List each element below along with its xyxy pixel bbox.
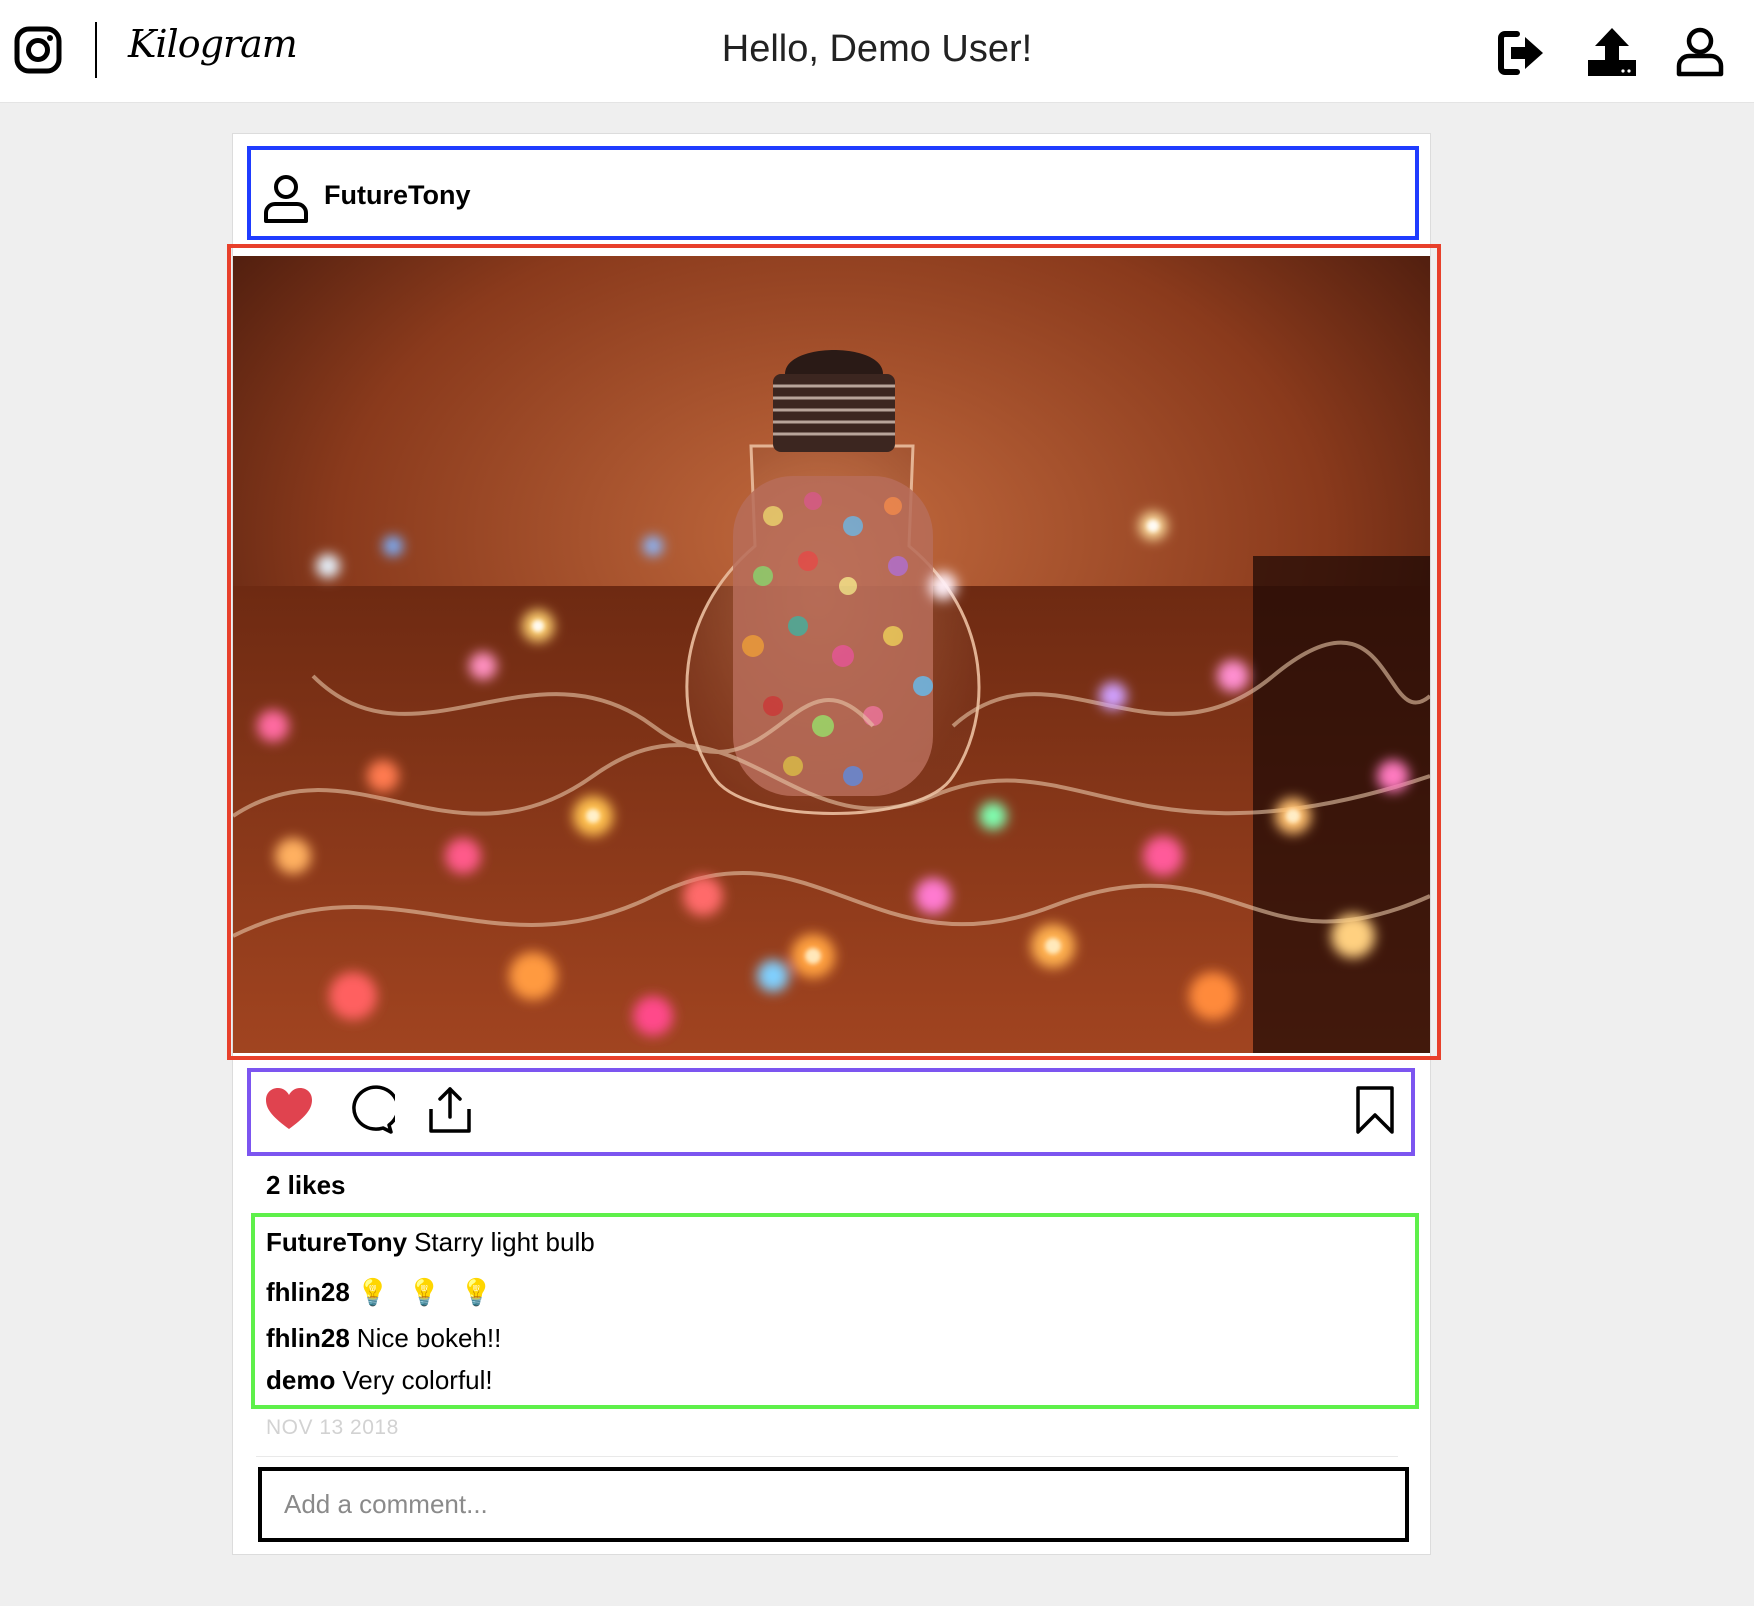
profile-icon[interactable] [1673, 26, 1727, 80]
divider [256, 1456, 1398, 1457]
post-actions-highlight [247, 1068, 1415, 1156]
comment-input[interactable] [262, 1471, 1405, 1538]
comments-highlight [251, 1213, 1419, 1409]
comment-input-box[interactable] [258, 1467, 1409, 1542]
post-image-highlight [227, 244, 1441, 1060]
likes-count[interactable]: 2 likes [266, 1170, 346, 1201]
greeting-text: Hello, Demo User! [721, 28, 1033, 70]
post-date: NOV 13 2018 [266, 1416, 399, 1439]
post-header-highlight [247, 146, 1419, 240]
logout-icon[interactable] [1495, 26, 1549, 80]
top-nav: Kilogram Hello, Demo User! [0, 0, 1754, 103]
upload-icon[interactable] [1585, 26, 1639, 80]
